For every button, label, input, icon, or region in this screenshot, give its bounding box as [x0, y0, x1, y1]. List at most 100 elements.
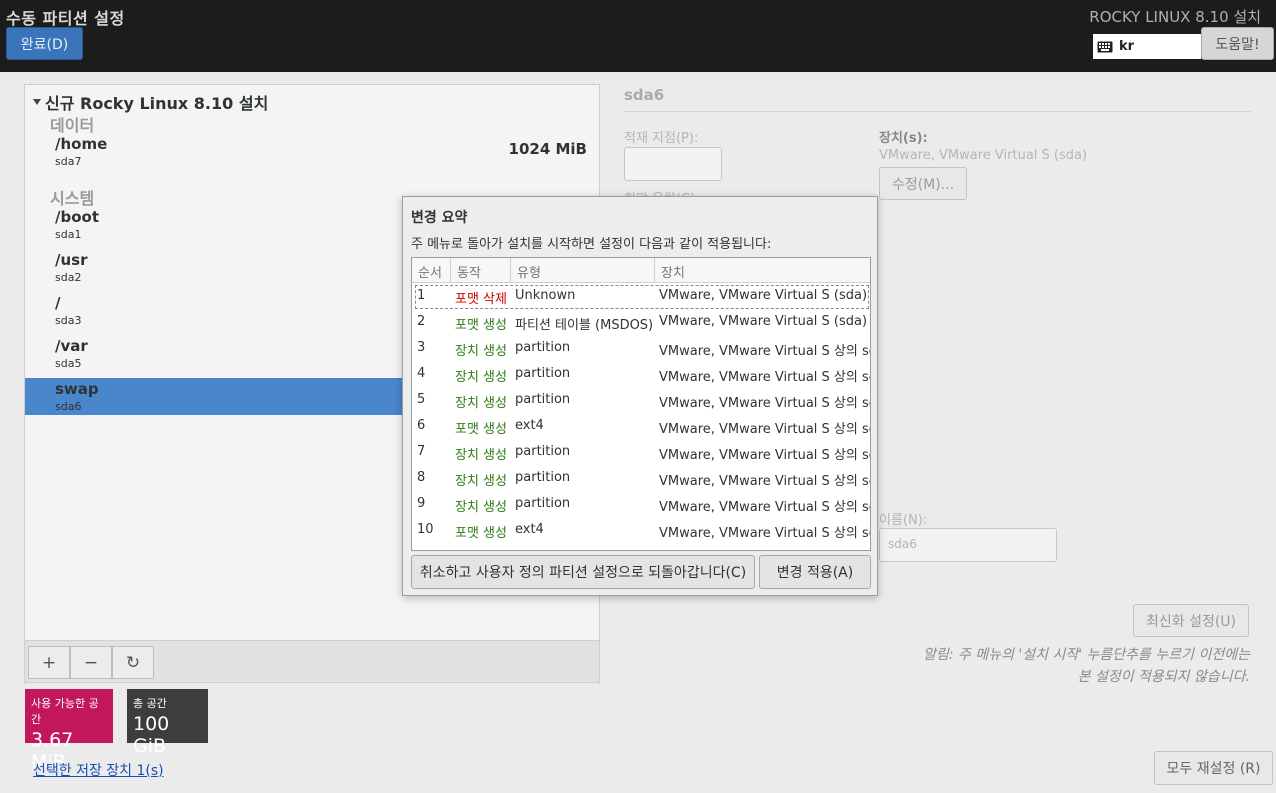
page-title: 수동 파티션 설정 — [6, 9, 125, 28]
name-input[interactable]: sda6 — [879, 528, 1057, 562]
mount-point-input[interactable] — [624, 147, 722, 181]
table-row[interactable]: 5 장치 생성 partition VMware, VMware Virtual… — [412, 388, 871, 414]
mount-point-name: /usr — [55, 251, 88, 269]
mount-point-label: 적재 지점(P): — [624, 131, 699, 146]
mount-point-name: /var — [55, 337, 88, 355]
device-label: 장치(s): — [879, 131, 928, 146]
total-space-label: 총 공간 — [133, 697, 167, 710]
selected-storage-link[interactable]: 선택한 저장 장치 1(s) — [33, 760, 164, 780]
divider — [624, 111, 1251, 112]
row-order: 5 — [417, 392, 426, 407]
row-device: VMware, VMware Virtual S 상의 sda1 — [659, 344, 871, 359]
row-type: ext4 — [515, 522, 544, 537]
table-row[interactable]: 3 장치 생성 partition VMware, VMware Virtual… — [412, 336, 871, 362]
mount-device-name: sda2 — [55, 271, 82, 284]
cancel-back-button[interactable]: 취소하고 사용자 정의 파티션 설정으로 되돌아갑니다(C) — [411, 555, 755, 589]
keyboard-icon — [1097, 41, 1113, 52]
row-order: 1 — [417, 288, 426, 303]
row-device: VMware, VMware Virtual S 상의 sda3 — [659, 396, 871, 411]
table-row[interactable]: 7 장치 생성 partition VMware, VMware Virtual… — [412, 440, 871, 466]
row-device: VMware, VMware Virtual S (sda) — [659, 288, 868, 303]
table-row[interactable]: 10 포맷 생성 ext4 VMware, VMware Virtual S 상… — [412, 518, 871, 544]
mount-device-name: sda7 — [55, 155, 82, 168]
name-label: 이름(N): — [879, 513, 928, 528]
table-row[interactable]: 8 장치 생성 partition VMware, VMware Virtual… — [412, 466, 870, 492]
row-type: partition — [515, 340, 571, 355]
top-bar: 수동 파티션 설정 완료(D) ROCKY LINUX 8.10 설치 kr 도… — [0, 0, 1276, 72]
dialog-subtitle: 주 메뉴로 돌아가 설치를 시작하면 설정이 다음과 같이 적용됩니다: — [411, 237, 772, 252]
refresh-button[interactable]: ↻ — [112, 646, 154, 679]
apply-note: 알림: 주 메뉴의 '설치 시작' 누름단추를 누르기 이전에는 본 설정이 적… — [923, 644, 1250, 688]
row-order: 2 — [417, 314, 426, 329]
help-button[interactable]: 도움말! — [1201, 27, 1274, 60]
row-order: 7 — [417, 444, 426, 459]
add-mount-button[interactable]: + — [28, 646, 70, 679]
modify-device-button[interactable]: 수정(M)... — [879, 167, 967, 200]
mount-point-name: / — [55, 294, 61, 312]
table-row[interactable]: 2 포맷 생성 파티션 테이블 (MSDOS) VMware, VMware V… — [412, 310, 870, 336]
summary-of-changes-dialog: 변경 요약 주 메뉴로 돌아가 설치를 시작하면 설정이 다음과 같이 적용됩니… — [402, 196, 878, 596]
keyboard-layout-indicator[interactable]: kr — [1093, 34, 1201, 59]
total-space-box: 총 공간 100 GiB — [127, 689, 208, 757]
mount-toolbar: + − ↻ — [25, 640, 599, 682]
remove-mount-button[interactable]: − — [70, 646, 112, 679]
row-type: partition — [515, 392, 571, 407]
row-device: VMware, VMware Virtual S 상의 sda5 — [659, 448, 871, 463]
mount-point-name: /home — [55, 135, 108, 153]
apply-note-line: 알림: 주 메뉴의 '설치 시작' 누름단추를 누르기 이전에는 — [923, 647, 1250, 663]
mount-point-name: /boot — [55, 208, 99, 226]
row-device: VMware, VMware Virtual S 상의 sda7 — [659, 526, 871, 541]
row-order: 8 — [417, 470, 426, 485]
install-group-title: 신규 Rocky Linux 8.10 설치 — [45, 94, 269, 113]
changes-table[interactable]: 순서 동작 유형 장치 1 포맷 삭제 Unknown VMware, VMwa… — [411, 257, 871, 551]
reset-all-button[interactable]: 모두 재설정 (R) — [1154, 751, 1273, 785]
row-type: ext4 — [515, 418, 544, 433]
row-action: 장치 생성 — [455, 344, 507, 359]
table-row[interactable]: 9 장치 생성 partition VMware, VMware Virtual… — [412, 492, 871, 518]
apply-note-line: 본 설정이 적용되지 않습니다. — [1077, 669, 1250, 685]
total-space-value: 100 GiB — [133, 713, 170, 757]
row-device: VMware, VMware Virtual S 상의 sda7 — [659, 500, 871, 515]
row-action: 포맷 생성 — [455, 318, 507, 333]
column-header-order[interactable]: 순서 — [412, 258, 451, 283]
row-device: VMware, VMware Virtual S (sda) — [659, 314, 868, 329]
column-header-type[interactable]: 유형 — [511, 258, 655, 283]
row-type: partition — [515, 366, 571, 381]
row-action: 장치 생성 — [455, 396, 507, 411]
row-device: VMware, VMware Virtual S 상의 sda3 — [659, 422, 871, 437]
row-action: 포맷 생성 — [455, 422, 507, 437]
mount-device-name: sda5 — [55, 357, 82, 370]
mount-point-name: swap — [55, 380, 99, 398]
accept-changes-button[interactable]: 변경 적용(A) — [759, 555, 871, 589]
row-order: 4 — [417, 366, 426, 381]
done-button[interactable]: 완료(D) — [6, 27, 83, 60]
update-settings-button[interactable]: 최신화 설정(U) — [1133, 604, 1249, 637]
table-row[interactable]: 4 장치 생성 partition VMware, VMware Virtual… — [412, 362, 871, 388]
row-order: 10 — [417, 522, 434, 537]
row-type: partition — [515, 496, 571, 511]
selected-device-title: sda6 — [624, 86, 665, 104]
mount-device-name: sda1 — [55, 228, 82, 241]
column-header-device[interactable]: 장치 — [655, 258, 870, 283]
row-order: 6 — [417, 418, 426, 433]
row-type: partition — [515, 470, 571, 485]
install-group-header[interactable]: 신규 Rocky Linux 8.10 설치 — [33, 90, 268, 114]
row-action: 장치 생성 — [455, 448, 507, 463]
expander-triangle-icon[interactable] — [33, 99, 41, 105]
row-type: partition — [515, 444, 571, 459]
product-title: ROCKY LINUX 8.10 설치 — [1089, 8, 1261, 26]
table-row[interactable]: 6 포맷 생성 ext4 VMware, VMware Virtual S 상의… — [412, 414, 871, 440]
column-header-action[interactable]: 동작 — [451, 258, 511, 283]
keyboard-layout-label: kr — [1119, 39, 1135, 54]
row-device: VMware, VMware Virtual S 상의 sda2 — [659, 370, 871, 385]
mount-size: 1024 MiB — [508, 140, 587, 158]
available-space-box: 사용 가능한 공간 3.67 MiB — [25, 689, 113, 773]
mount-device-name: sda3 — [55, 314, 82, 327]
row-action: 장치 생성 — [455, 370, 507, 385]
row-action: 포맷 생성 — [455, 526, 507, 541]
device-value: VMware, VMware Virtual S (sda) — [879, 148, 1088, 163]
row-type: Unknown — [515, 288, 576, 303]
row-action: 장치 생성 — [455, 474, 507, 489]
table-row[interactable]: 1 포맷 삭제 Unknown VMware, VMware Virtual S… — [414, 284, 870, 310]
section-label-system: 시스템 — [50, 189, 95, 208]
